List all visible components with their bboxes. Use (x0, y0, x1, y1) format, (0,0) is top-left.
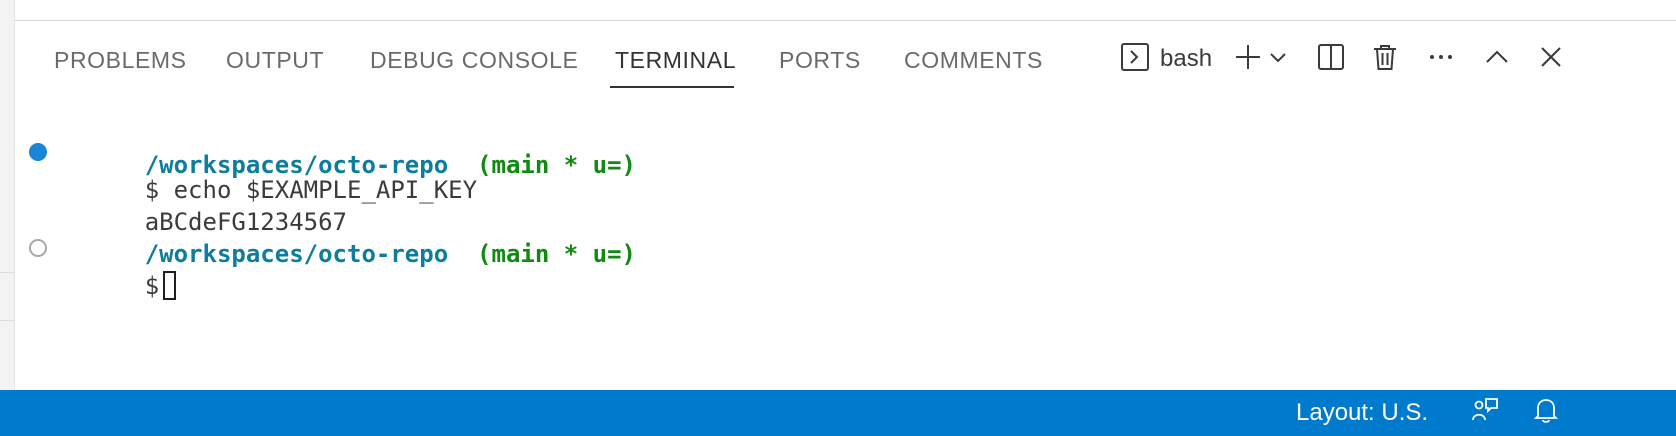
chevron-up-icon (1484, 44, 1510, 75)
split-terminal-button[interactable] (1314, 42, 1348, 76)
terminal-line-prompt-info: /workspaces/octo-repo (main * u=) (58, 203, 636, 268)
feedback-button[interactable] (1470, 390, 1500, 436)
terminal-selector[interactable]: bash (1120, 42, 1212, 76)
keyboard-layout-label: Layout: U.S. (1296, 399, 1429, 426)
status-bar: Layout: U.S. (0, 390, 1676, 436)
new-terminal-button[interactable] (1232, 42, 1264, 76)
chevron-down-icon (1269, 48, 1287, 71)
ellipsis-icon (1426, 42, 1456, 77)
editor-gutter (0, 0, 15, 390)
prompt-symbol: $ (144, 272, 160, 300)
vscode-panel-window: PROBLEMS OUTPUT DEBUG CONSOLE TERMINAL P… (0, 0, 1676, 436)
terminal-cursor (163, 271, 177, 300)
launch-profile-button[interactable] (1266, 42, 1290, 76)
prompt-path: /workspaces/octo-repo (144, 240, 449, 268)
split-icon (1316, 42, 1346, 77)
plus-icon (1233, 42, 1263, 77)
command-success-decoration[interactable] (29, 143, 47, 161)
kill-terminal-button[interactable] (1368, 42, 1402, 76)
maximize-panel-button[interactable] (1480, 42, 1514, 76)
panel-actions: bash (14, 21, 1676, 93)
keyboard-layout-indicator[interactable]: Layout: U.S. (1296, 390, 1428, 436)
bell-icon (1532, 395, 1560, 432)
notifications-button[interactable] (1532, 390, 1560, 436)
panel-tab-bar: PROBLEMS OUTPUT DEBUG CONSOLE TERMINAL P… (14, 21, 1676, 93)
close-panel-button[interactable] (1534, 42, 1568, 76)
gutter-divider (0, 320, 14, 321)
prompt-branch: (main * u=) (477, 240, 636, 268)
close-icon (1538, 44, 1564, 75)
prompt-branch: (main * u=) (477, 151, 636, 179)
terminal-view[interactable]: /workspaces/octo-repo (main * u=) $ echo… (14, 93, 1676, 390)
feedback-icon (1470, 395, 1500, 432)
terminal-line-command: $ echo $EXAMPLE_API_KEY (58, 139, 477, 204)
command-empty-decoration[interactable] (29, 239, 47, 257)
trash-icon (1370, 42, 1400, 77)
terminal-line-output: aBCdeFG1234567 (58, 171, 347, 236)
more-actions-button[interactable] (1424, 42, 1458, 76)
gutter-divider (0, 272, 14, 273)
terminal-name: bash (1160, 45, 1213, 72)
terminal-line-input: $ (58, 235, 177, 300)
terminal-icon (1120, 42, 1150, 77)
